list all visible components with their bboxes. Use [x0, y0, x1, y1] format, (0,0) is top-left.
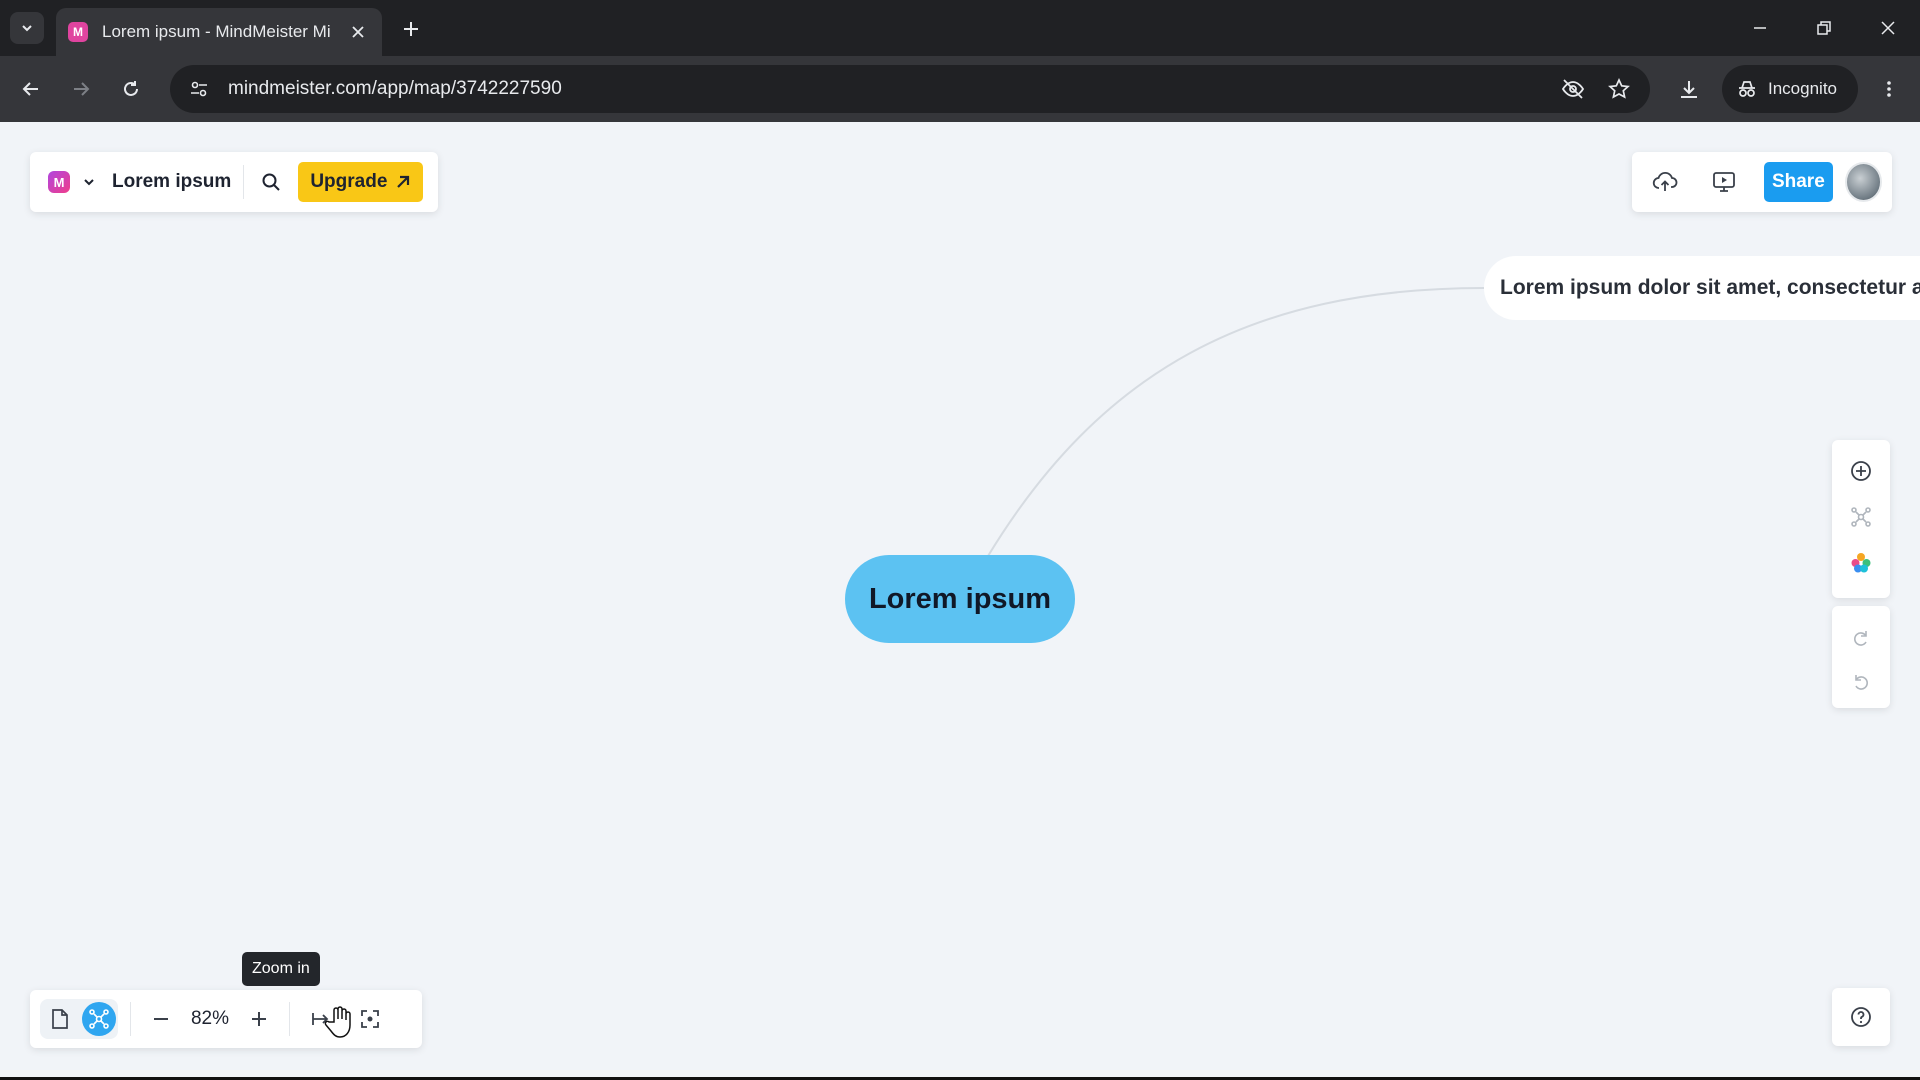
map-header-panel: M Lorem ipsum Upgrade: [30, 152, 438, 212]
mindmap-canvas[interactable]: M Lorem ipsum Upgrade Share Lorem ipsum …: [0, 122, 1920, 1077]
forward-button[interactable]: [64, 72, 98, 106]
tooltip: Zoom in: [242, 952, 320, 986]
child-node[interactable]: Lorem ipsum dolor sit amet, consectetur …: [1484, 256, 1920, 320]
undo-icon: [1855, 675, 1868, 690]
upgrade-label: Upgrade: [310, 171, 388, 192]
more-vertical-icon: [1887, 81, 1891, 97]
root-node[interactable]: Lorem ipsum: [845, 555, 1075, 643]
chevron-down-icon: [22, 25, 32, 32]
chevron-down-icon: [84, 179, 94, 186]
focus-icon: [361, 1010, 379, 1028]
reload-button[interactable]: [114, 72, 148, 106]
zoom-out-button[interactable]: [143, 1001, 179, 1037]
help-button[interactable]: [1832, 988, 1890, 1046]
arrow-right-icon: [74, 82, 90, 96]
view-toggle: [40, 999, 118, 1039]
arrow-up-right-icon: [397, 175, 410, 188]
divider: [243, 165, 245, 199]
zoom-in-button[interactable]: [241, 1001, 277, 1037]
restore-icon: [1817, 21, 1831, 35]
zoom-out-icon: [154, 1018, 168, 1020]
minimize-button[interactable]: [1740, 8, 1780, 48]
eye-off-icon: [1561, 79, 1585, 99]
back-button[interactable]: [14, 72, 48, 106]
redo-button[interactable]: [1842, 620, 1880, 656]
plus-icon: [404, 22, 418, 36]
incognito-icon: [1739, 81, 1755, 97]
undo-button[interactable]: [1842, 664, 1880, 700]
arrow-left-icon: [22, 82, 38, 96]
tracking-protection-button[interactable]: [1556, 72, 1590, 106]
tab-list-button[interactable]: [10, 12, 44, 44]
history-toolbar: [1832, 606, 1890, 708]
presentation-button[interactable]: [1705, 162, 1742, 202]
mindmap-view-icon: [89, 1009, 109, 1029]
map-menu-button[interactable]: [80, 173, 98, 191]
focus-button[interactable]: [352, 1001, 388, 1037]
incognito-badge[interactable]: Incognito: [1722, 65, 1858, 113]
address-bar[interactable]: mindmeister.com/app/map/3742227590: [170, 65, 1650, 113]
minimize-icon: [1754, 27, 1766, 29]
zoom-in-icon: [252, 1012, 266, 1026]
browser-menu-button[interactable]: [1872, 72, 1906, 106]
map-actions-panel: Share: [1632, 152, 1892, 212]
help-icon: [1851, 1007, 1871, 1027]
search-button[interactable]: [256, 167, 286, 197]
divider: [130, 1002, 131, 1036]
right-toolbar: [1832, 440, 1890, 598]
close-icon: [1881, 21, 1895, 35]
tune-icon: [191, 81, 207, 97]
hand-cursor-icon: [324, 1006, 351, 1038]
divider: [289, 1002, 290, 1036]
url-text[interactable]: mindmeister.com/app/map/3742227590: [228, 78, 562, 100]
restore-button[interactable]: [1804, 8, 1844, 48]
export-button[interactable]: [1646, 162, 1683, 202]
outline-view-button[interactable]: [42, 1001, 78, 1037]
downloads-button[interactable]: [1672, 72, 1706, 106]
outline-view-icon: [52, 1009, 68, 1029]
share-button[interactable]: Share: [1764, 162, 1833, 202]
upgrade-button[interactable]: Upgrade: [298, 162, 424, 202]
browser-tab[interactable]: M Lorem ipsum - MindMeister Mi: [56, 8, 382, 56]
mindmeister-logo-icon[interactable]: M: [48, 171, 70, 193]
new-tab-button[interactable]: [396, 14, 426, 44]
site-info-button[interactable]: [182, 72, 216, 106]
bookmark-button[interactable]: [1602, 72, 1636, 106]
redo-icon: [1854, 631, 1867, 646]
layout-icon: [1851, 507, 1871, 527]
cloud-upload-icon: [1652, 172, 1677, 191]
avatar[interactable]: [1844, 162, 1882, 202]
zoom-level[interactable]: 82%: [179, 1008, 241, 1030]
layout-button[interactable]: [1842, 498, 1880, 536]
tab-title: Lorem ipsum - MindMeister Mi: [102, 22, 331, 41]
browser-toolbar: mindmeister.com/app/map/3742227590 Incog…: [0, 56, 1920, 122]
palette-icon: [1851, 553, 1871, 573]
reload-icon: [124, 81, 138, 96]
close-icon: [352, 26, 364, 38]
incognito-label: Incognito: [1768, 79, 1837, 98]
zoom-toolbar: 82%: [30, 990, 422, 1048]
mindmap-view-button[interactable]: [82, 1002, 116, 1036]
search-icon: [262, 173, 281, 191]
add-circle-icon: [1851, 461, 1871, 481]
add-topic-button[interactable]: [1842, 452, 1880, 490]
close-window-button[interactable]: [1868, 8, 1908, 48]
map-title[interactable]: Lorem ipsum: [112, 171, 231, 193]
download-icon: [1681, 81, 1697, 98]
star-icon: [1608, 78, 1630, 99]
present-icon: [1712, 172, 1735, 192]
theme-button[interactable]: [1842, 544, 1880, 582]
tab-close-button[interactable]: [346, 20, 370, 44]
mindmeister-favicon-icon: M: [68, 22, 88, 42]
browser-tabbar: M Lorem ipsum - MindMeister Mi: [0, 0, 1920, 56]
